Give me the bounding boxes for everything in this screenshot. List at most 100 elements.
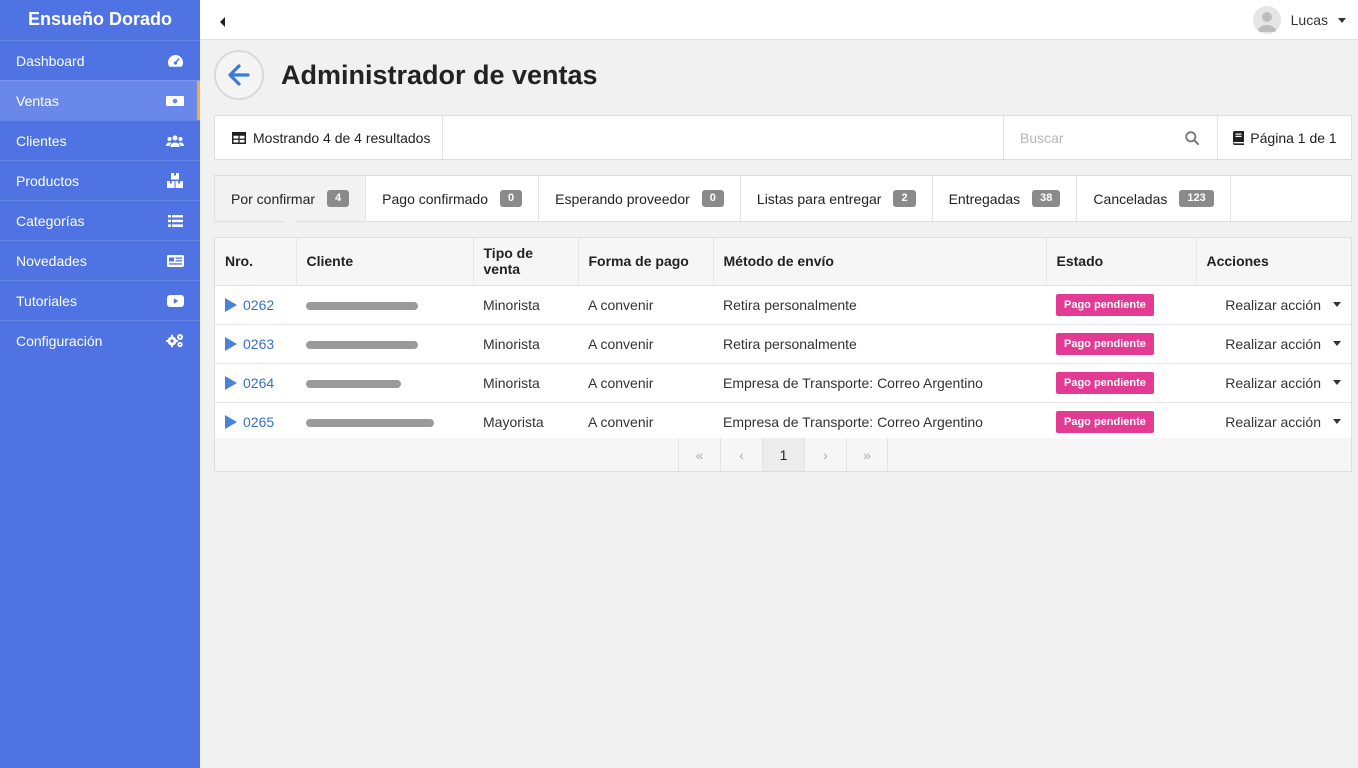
chevron-down-icon [1338,17,1346,23]
cell-envio: Empresa de Transporte: Correo Argentino [713,402,1046,442]
arrow-left-icon [228,64,250,86]
expand-row-icon[interactable] [225,336,237,351]
cell-envio: Retira personalmente [713,324,1046,364]
tab-label: Listas para entregar [756,190,882,207]
cell-cliente [296,285,473,325]
cell-tipo: Minorista [473,363,578,403]
search-icon[interactable] [1185,131,1199,145]
cell-estado: Pago pendiente [1046,363,1196,403]
back-button[interactable] [214,50,264,100]
cell-tipo: Minorista [473,285,578,325]
action-label: Realizar acción [1225,335,1321,352]
column-header-acciones: Acciones [1196,238,1351,286]
sidebar-item-productos[interactable]: Productos [0,160,200,200]
tab-por-confirmar[interactable]: Por confirmar 4 [215,176,367,228]
cell-envio: Retira personalmente [713,285,1046,325]
sidebar-item-label: Ventas [16,92,59,109]
pagination-prev-button[interactable]: ‹ [720,438,762,471]
action-dropdown[interactable]: Realizar acción [1225,336,1341,352]
cell-estado: Pago pendiente [1046,402,1196,442]
sidebar-item-configuracion[interactable]: Configuración [0,320,200,360]
sale-number-link[interactable]: 0263 [243,336,274,352]
column-header-metodo-envio[interactable]: Método de envío [713,238,1047,286]
sidebar-item-label: Tutoriales [16,292,77,309]
tab-listas-para-entregar[interactable]: Listas para entregar 2 [741,176,933,221]
column-header-estado[interactable]: Estado [1046,238,1197,286]
action-dropdown[interactable]: Realizar acción [1225,375,1341,391]
chevron-down-icon [1333,380,1341,385]
sale-number-link[interactable]: 0262 [243,297,274,313]
sidebar-item-categorias[interactable]: Categorías [0,200,200,240]
table-icon [232,131,246,144]
pagination-next-button[interactable]: › [804,438,846,471]
table-row[interactable]: 0262 Minorista A convenir Retira persona… [215,285,1351,325]
cell-cliente [296,402,473,442]
sales-table: Nro. Cliente Tipo de venta Forma de pago… [215,238,1351,442]
tab-pago-confirmado[interactable]: Pago confirmado 0 [366,176,540,221]
cell-acciones: Realizar acción [1196,285,1351,325]
brand-title[interactable]: Ensueño Dorado [0,0,200,40]
action-dropdown[interactable]: Realizar acción [1225,414,1341,430]
sale-number-link[interactable]: 0264 [243,375,274,391]
expand-row-icon[interactable] [225,297,237,312]
cell-cliente [296,324,473,364]
cell-acciones: Realizar acción [1196,402,1351,442]
sidebar-item-label: Configuración [16,332,103,349]
expand-row-icon[interactable] [225,414,237,429]
tab-canceladas[interactable]: Canceladas 123 [1077,176,1231,221]
pagination-last-button[interactable]: » [846,438,888,471]
user-name: Lucas [1290,12,1328,28]
tab-entregadas[interactable]: Entregadas 38 [933,176,1078,221]
user-menu[interactable]: Lucas [1252,6,1346,34]
tab-count-badge: 2 [893,190,916,207]
tab-count-badge: 123 [1179,190,1214,207]
cell-nro: 0264 [215,363,296,403]
chevron-down-icon [1333,419,1341,424]
column-header-tipo-venta[interactable]: Tipo de venta [473,238,579,286]
sidebar-item-dashboard[interactable]: Dashboard [0,40,200,80]
status-badge: Pago pendiente [1056,332,1154,355]
dashboard-gauge-icon [166,54,184,68]
users-icon [166,134,184,148]
table-row[interactable]: 0265 Mayorista A convenir Empresa de Tra… [215,402,1351,442]
tab-label: Esperando proveedor [555,190,690,207]
column-header-nro[interactable]: Nro. [215,238,297,286]
cell-forma-pago: A convenir [578,402,713,442]
avatar [1252,6,1281,34]
status-badge: Pago pendiente [1056,410,1154,433]
page-info: Página 1 de 1 [1217,116,1351,159]
chevron-down-icon [1333,302,1341,307]
sidebar-item-tutoriales[interactable]: Tutoriales [0,280,200,320]
action-dropdown[interactable]: Realizar acción [1225,297,1341,313]
redacted-client-name [306,379,401,388]
collapse-sidebar-button[interactable] [220,14,230,27]
tab-esperando-proveedor[interactable]: Esperando proveedor 0 [539,176,741,221]
redacted-client-name [306,418,434,427]
results-summary: Mostrando 4 de 4 resultados [215,116,443,159]
column-header-cliente[interactable]: Cliente [296,238,474,286]
tab-count-badge: 0 [701,190,724,207]
sale-number-link[interactable]: 0265 [243,414,274,430]
youtube-play-icon [166,294,184,308]
redacted-client-name [306,301,418,310]
topbar: Lucas [200,0,1358,40]
action-label: Realizar acción [1225,374,1321,391]
redacted-client-name [306,340,418,349]
page-info-text: Página 1 de 1 [1250,129,1337,146]
column-header-forma-pago[interactable]: Forma de pago [578,238,714,286]
sidebar-item-novedades[interactable]: Novedades [0,240,200,280]
table-row[interactable]: 0264 Minorista A convenir Empresa de Tra… [215,363,1351,403]
pagination-first-button[interactable]: « [678,438,720,471]
tab-count-badge: 0 [500,190,523,207]
pagination-current-page[interactable]: 1 [762,438,804,471]
cell-nro: 0265 [215,402,296,442]
table-row[interactable]: 0263 Minorista A convenir Retira persona… [215,324,1351,364]
cell-nro: 0263 [215,324,296,364]
sidebar-item-ventas[interactable]: Ventas [0,80,200,120]
expand-row-icon[interactable] [225,375,237,390]
page-title: Administrador de ventas [281,60,598,90]
pagination: « ‹ 1 › » [215,438,1351,471]
sidebar-item-clientes[interactable]: Clientes [0,120,200,160]
cell-acciones: Realizar acción [1196,324,1351,364]
